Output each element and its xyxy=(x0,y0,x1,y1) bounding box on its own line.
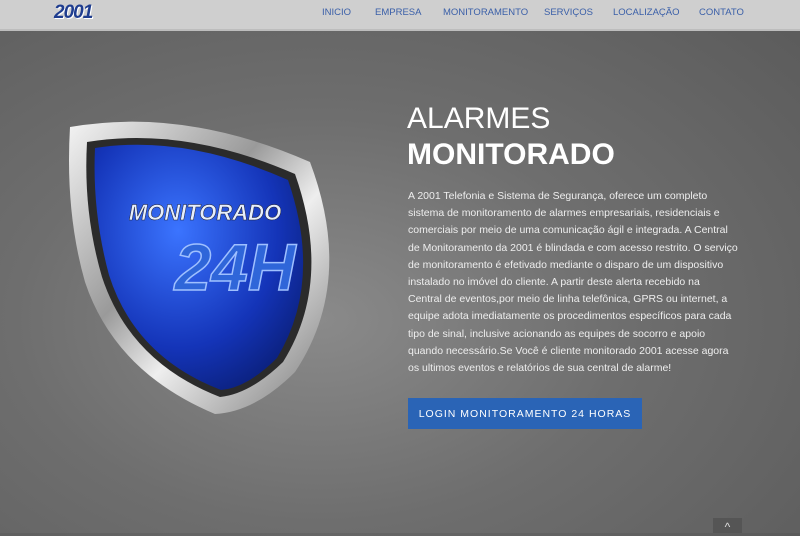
shield-text-24h: 24H xyxy=(172,230,296,304)
shield-image: MONITORADO 24H xyxy=(69,121,330,415)
description-line: Central de eventos,por meio de linha tel… xyxy=(408,293,728,306)
menu-empresa[interactable]: EMPRESA xyxy=(375,7,421,18)
logo[interactable]: 2001 xyxy=(54,2,93,24)
hero-title-line2: MONITORADO xyxy=(407,138,615,171)
description-line: sistema de monitoramento de alarmes empr… xyxy=(408,207,720,220)
scroll-to-top-button[interactable]: ^ xyxy=(713,518,742,534)
menu-servicos[interactable]: SERVIÇOS xyxy=(544,7,593,18)
hero-title-line1: ALARMES xyxy=(407,102,551,135)
chevron-up-icon: ^ xyxy=(724,520,731,534)
menu-inicio[interactable]: INICIO xyxy=(322,7,351,18)
menu-monitoramento[interactable]: MONITORAMENTO xyxy=(443,7,528,18)
menu-localizacao[interactable]: LOCALIZAÇÃO xyxy=(613,7,680,18)
top-navbar: 2001 INICIO EMPRESA MONITORAMENTO SERVIÇ… xyxy=(0,0,800,31)
description-line: de monitoramento é efetivado mediante o … xyxy=(408,258,724,271)
description-line: comerciais por meio de uma comunicação á… xyxy=(408,224,728,237)
login-monitoramento-button[interactable]: LOGIN MONITORAMENTO 24 HORAS xyxy=(408,398,642,429)
description-line: equipe adota imediatamente os procedimen… xyxy=(408,310,732,323)
description-line: tipo de sinal, inclusive acionando as eq… xyxy=(408,327,706,340)
description-line: quando necessário.Se Você é cliente moni… xyxy=(408,344,729,357)
menu-contato[interactable]: CONTATO xyxy=(699,7,744,18)
description-line: A 2001 Telefonia e Sistema de Segurança,… xyxy=(408,190,708,202)
description-line: os ultimos eventos e relatórios de sua c… xyxy=(408,362,672,375)
shield-text-monitorado: MONITORADO xyxy=(129,200,281,225)
description-line: instalado no imóvel do cliente. A partir… xyxy=(408,276,700,289)
description-line: de Monitoramento da 2001 é blindada e co… xyxy=(408,241,738,254)
hero-description: A 2001 Telefonia e Sistema de Segurança,… xyxy=(408,188,793,377)
